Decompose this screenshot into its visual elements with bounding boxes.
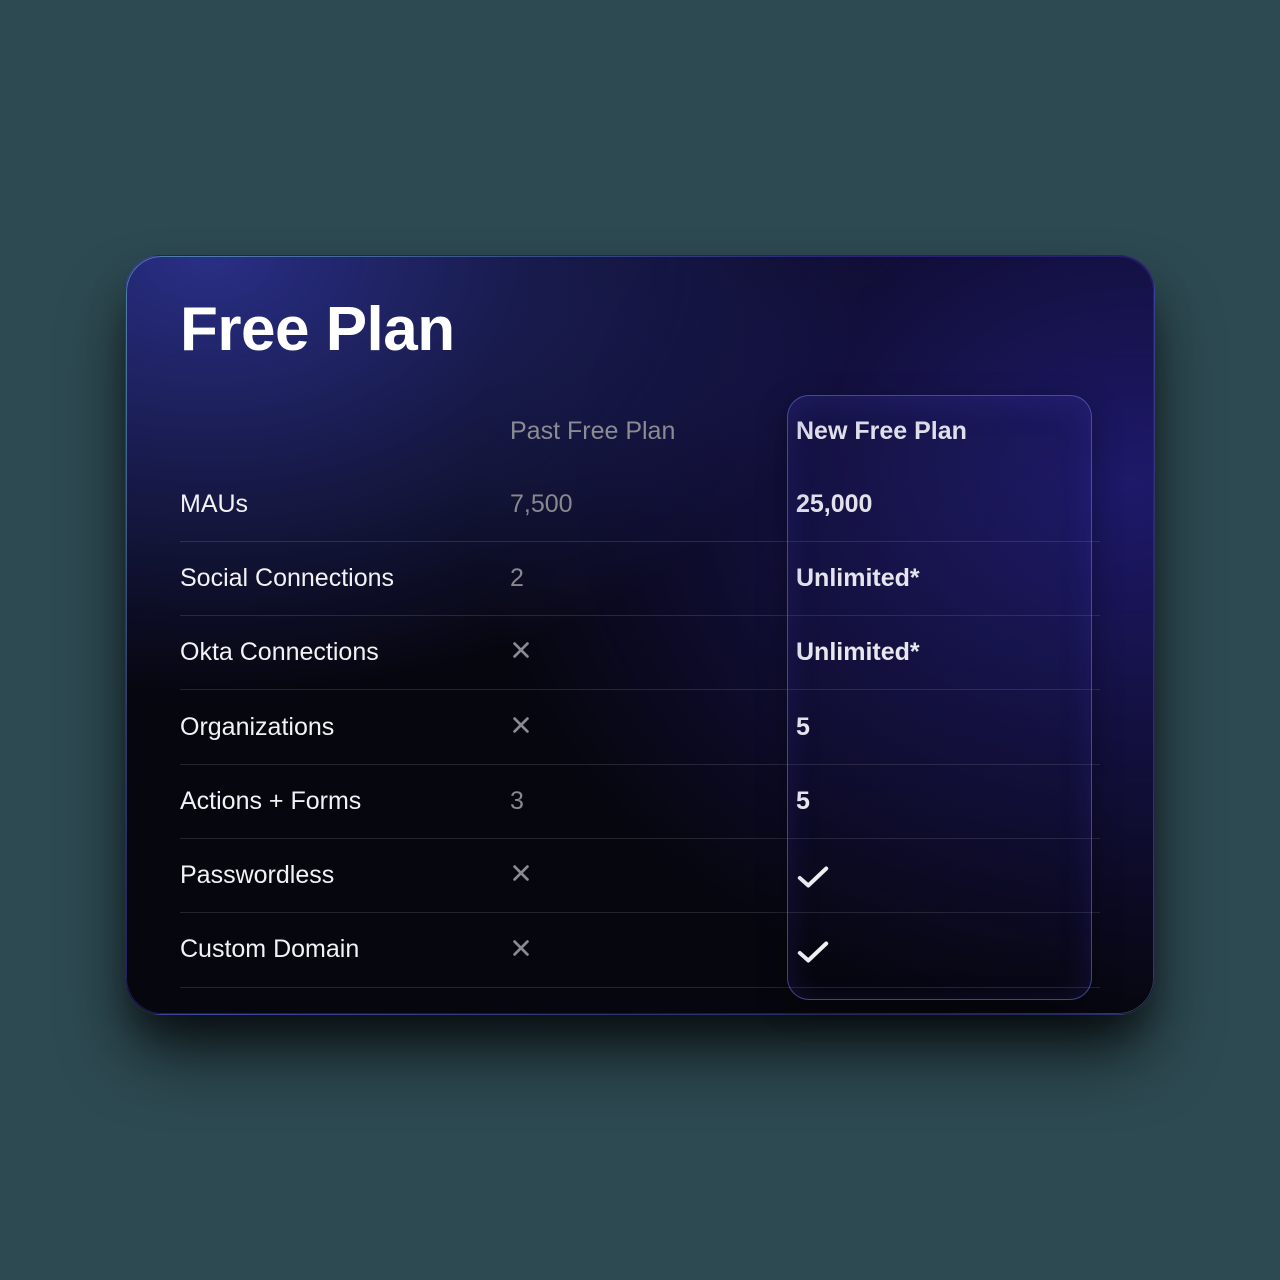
new-value (760, 838, 1100, 912)
table-row: Actions + Forms 3 5 (180, 764, 1100, 838)
new-value (760, 913, 1100, 987)
past-value: 2 (510, 542, 760, 616)
feature-label: Social Connections (180, 542, 510, 616)
card-title: Free Plan (180, 294, 1100, 365)
past-value: 7,500 (510, 468, 760, 542)
new-value: 5 (760, 764, 1100, 838)
past-value (510, 913, 760, 987)
feature-label: Actions + Forms (180, 764, 510, 838)
comparison-table: Past Free Plan New Free Plan MAUs 7,500 … (180, 395, 1100, 988)
table-row: Okta Connections Unlimited* (180, 616, 1100, 690)
new-value: 5 (760, 690, 1100, 764)
past-value: 3 (510, 764, 760, 838)
feature-label: Passwordless (180, 838, 510, 912)
x-icon (510, 862, 538, 890)
header-empty (180, 395, 510, 468)
header-past: Past Free Plan (510, 395, 760, 468)
table-row: MAUs 7,500 25,000 (180, 468, 1100, 542)
past-value (510, 616, 760, 690)
new-value: Unlimited* (760, 616, 1100, 690)
check-icon (796, 937, 824, 965)
feature-label: Organizations (180, 690, 510, 764)
table-row: Social Connections 2 Unlimited* (180, 542, 1100, 616)
x-icon (510, 714, 538, 742)
feature-label: Custom Domain (180, 913, 510, 987)
pricing-comparison-card: Free Plan Past Free Plan New Free Plan M… (125, 255, 1155, 1015)
past-value (510, 690, 760, 764)
past-value (510, 838, 760, 912)
feature-label: Okta Connections (180, 616, 510, 690)
new-value: Unlimited* (760, 542, 1100, 616)
table-row: Organizations 5 (180, 690, 1100, 764)
feature-label: MAUs (180, 468, 510, 542)
comparison-table-wrap: Past Free Plan New Free Plan MAUs 7,500 … (180, 395, 1100, 988)
x-icon (510, 639, 538, 667)
new-value: 25,000 (760, 468, 1100, 542)
header-new: New Free Plan (760, 395, 1100, 468)
x-icon (510, 937, 538, 965)
check-icon (796, 862, 824, 890)
table-row: Passwordless (180, 838, 1100, 912)
table-row: Custom Domain (180, 913, 1100, 987)
